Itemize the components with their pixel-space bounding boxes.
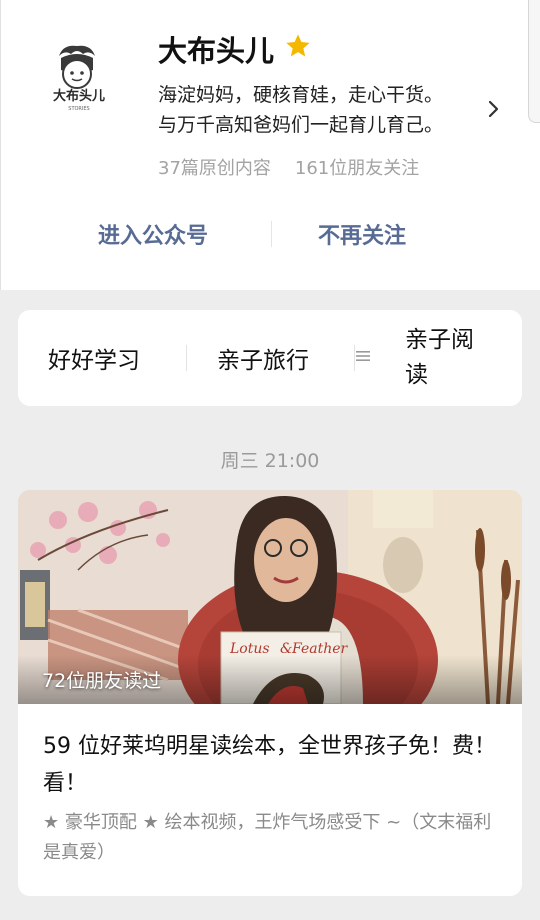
account-menu: 好好学习 亲子旅行 亲子阅 读 (18, 310, 522, 406)
menu-item-reading[interactable]: 亲子阅 读 (405, 310, 474, 406)
avatar-logo-subtext: STORIES (68, 106, 89, 112)
account-bio: 海淀妈妈，硬核育娃，走心干货。 与万千高知爸妈们一起育儿育己。 (158, 80, 478, 140)
menu-icon (356, 351, 370, 361)
unfollow-button[interactable]: 不再关注 (318, 218, 406, 250)
book-title-text: Lotus (229, 641, 270, 657)
message-timestamp: 周三 21:00 (220, 450, 320, 472)
menu-item-travel[interactable]: 亲子旅行 (217, 310, 309, 406)
enter-account-button[interactable]: 进入公众号 (98, 218, 208, 250)
friends-read-badge: 72位朋友读过 (42, 670, 162, 692)
menu-divider (354, 345, 355, 371)
chevron-right-icon[interactable] (485, 98, 503, 120)
article-title[interactable]: 59 位好莱坞明星读绘本，全世界孩子免！费！看！ (43, 728, 503, 802)
svg-text:&: & (280, 641, 292, 657)
account-stats: 37篇原创内容 161位朋友关注 (158, 154, 419, 180)
article-card[interactable]: Lotus & Feather 72位朋友读过 59 位好莱坞明星读绘本，全世界… (18, 490, 522, 896)
menu-divider (186, 345, 187, 371)
action-divider (271, 221, 272, 247)
avatar[interactable]: 大布头儿 STORIES (37, 36, 121, 120)
book-title-text: Feather (291, 641, 349, 657)
friends-follow-count: 161位朋友关注 (294, 158, 420, 179)
menu-item-reading-line: 亲子阅 (405, 327, 474, 353)
article-cover-image: Lotus & Feather 72位朋友读过 (18, 490, 522, 704)
star-icon (286, 34, 310, 57)
menu-item-reading-line: 读 (405, 362, 428, 388)
original-count: 37篇原创内容 (158, 158, 271, 179)
article-description: ★ 豪华顶配 ★ 绘本视频，王炸气场感受下 ~（文末福利是真爱） (43, 812, 492, 863)
edge-decoration (528, 0, 540, 123)
menu-item-study[interactable]: 好好学习 (48, 310, 140, 406)
bio-line: 与万千高知爸妈们一起育儿育己。 (158, 114, 444, 136)
account-header: 大布头儿 STORIES 大布头儿 海淀妈妈，硬核育娃，走心干货。 与万千高知爸… (0, 0, 540, 290)
account-name: 大布头儿 (158, 34, 275, 68)
avatar-logo-text: 大布头儿 (53, 88, 105, 104)
bio-line: 海淀妈妈，硬核育娃，走心干货。 (158, 84, 444, 106)
